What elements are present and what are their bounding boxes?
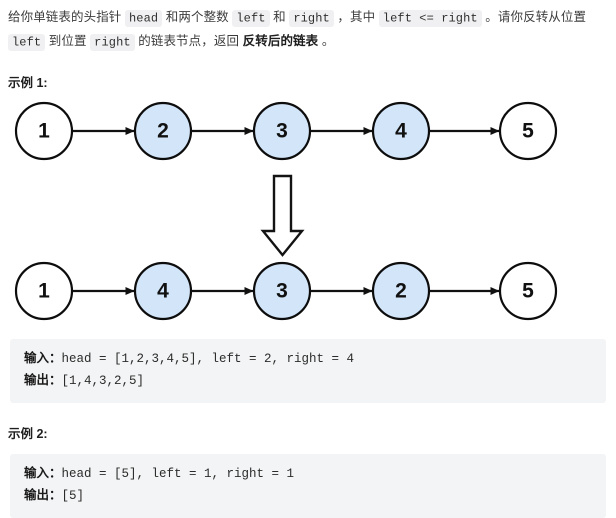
node-before-3: 3 xyxy=(252,101,312,161)
problem-statement: 给你单链表的头指针 head 和两个整数 left 和 right ，其中 le… xyxy=(0,0,616,54)
example-2-codeblock: 输入：head = [5], left = 1, right = 1 输出：[5… xyxy=(10,454,606,518)
statement-text-8: 。 xyxy=(318,34,335,48)
inline-code-right-2: right xyxy=(90,33,135,51)
statement-text-4: ，其中 xyxy=(333,10,379,24)
statement-text-3: 和 xyxy=(269,10,290,24)
example-1-output-line: 输出：[1,4,3,2,5] xyxy=(24,370,592,392)
example-1-input-line: 输入：head = [1,2,3,4,5], left = 2, right =… xyxy=(24,348,592,370)
statement-text-2: 和两个整数 xyxy=(162,10,233,24)
node-after-4: 2 xyxy=(371,261,431,321)
node-before-4: 4 xyxy=(371,101,431,161)
node-after-3: 3 xyxy=(252,261,312,321)
output-value: [1,4,3,2,5] xyxy=(61,374,145,388)
node-label: 1 xyxy=(38,120,50,143)
node-label: 3 xyxy=(276,120,288,143)
node-label: 5 xyxy=(522,280,534,303)
node-label: 2 xyxy=(395,280,407,303)
inline-code-left-2: left xyxy=(8,33,46,51)
node-after-2: 4 xyxy=(133,261,193,321)
statement-bold-phrase: 反转后的链表 xyxy=(242,34,319,48)
input-value: head = [1,2,3,4,5], left = 2, right = 4 xyxy=(61,352,355,366)
output-value: [5] xyxy=(61,489,85,503)
example-2-input-line: 输入：head = [5], left = 1, right = 1 xyxy=(24,463,592,485)
inline-code-left-le-right: left <= right xyxy=(378,9,482,27)
inline-code-left-1: left xyxy=(232,9,270,27)
node-row-after: 1 4 3 2 5 xyxy=(14,261,558,321)
example-1-codeblock: 输入：head = [1,2,3,4,5], left = 2, right =… xyxy=(10,339,606,403)
node-before-2: 2 xyxy=(133,101,193,161)
diagram-svg: 1 2 3 4 5 1 4 3 2 5 xyxy=(14,101,558,321)
node-before-5: 5 xyxy=(498,101,558,161)
output-label: 输出： xyxy=(24,488,62,502)
node-label: 3 xyxy=(276,280,288,303)
node-label: 1 xyxy=(38,280,50,303)
node-label: 2 xyxy=(157,120,169,143)
node-label: 4 xyxy=(157,280,169,303)
inline-code-right-1: right xyxy=(289,9,334,27)
example-2-title: 示例 2: xyxy=(8,427,48,441)
input-label: 输入： xyxy=(24,351,62,365)
node-after-5: 5 xyxy=(498,261,558,321)
input-label: 输入： xyxy=(24,466,62,480)
example-2-output-line: 输出：[5] xyxy=(24,485,592,507)
linked-list-diagram: 1 2 3 4 5 1 4 3 2 5 xyxy=(0,91,616,339)
statement-text-6: 到位置 xyxy=(45,34,91,48)
example-1-title: 示例 1: xyxy=(8,76,48,90)
statement-text-5: 。请你反转从位置 xyxy=(481,10,587,24)
down-arrow-icon xyxy=(260,174,305,257)
node-after-1: 1 xyxy=(14,261,74,321)
inline-code-head: head xyxy=(124,9,163,27)
statement-text-7: 的链表节点，返回 xyxy=(134,34,243,48)
node-label: 4 xyxy=(395,120,407,143)
input-value: head = [5], left = 1, right = 1 xyxy=(61,467,295,481)
node-row-before: 1 2 3 4 5 xyxy=(14,101,558,161)
node-label: 5 xyxy=(522,120,534,143)
node-before-1: 1 xyxy=(14,101,74,161)
output-label: 输出： xyxy=(24,373,62,387)
statement-text-1: 给你单链表的头指针 xyxy=(8,10,125,24)
